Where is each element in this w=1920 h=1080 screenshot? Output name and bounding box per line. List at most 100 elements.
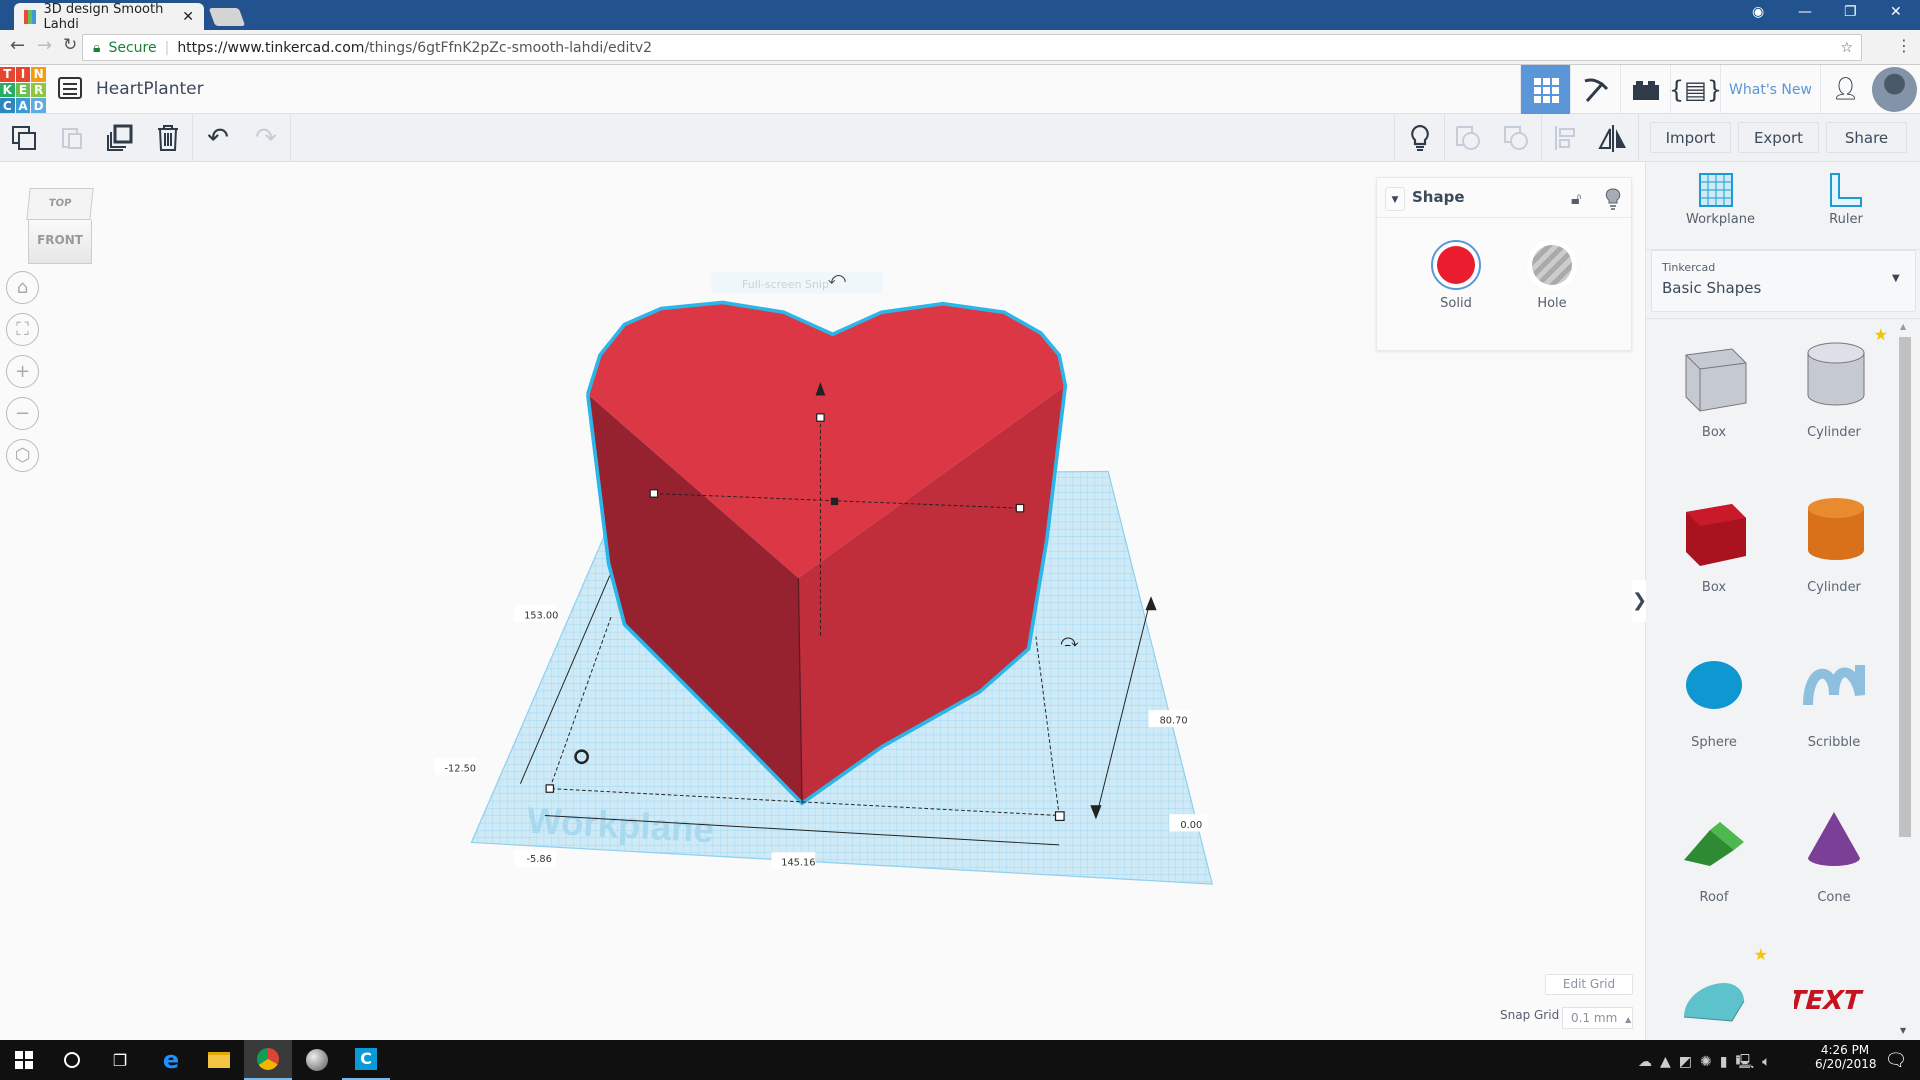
chrome-menu-icon[interactable]: ⋮ xyxy=(1896,36,1912,55)
home-view-button[interactable]: ⌂ xyxy=(6,271,39,304)
back-icon[interactable]: ← xyxy=(10,35,25,56)
new-tab-button[interactable] xyxy=(208,8,246,26)
paste-button[interactable] xyxy=(48,114,96,162)
file-explorer-app[interactable] xyxy=(195,1040,243,1080)
chrome-app[interactable] xyxy=(244,1040,292,1080)
bookmark-star-icon[interactable]: ☆ xyxy=(1840,40,1853,56)
codeblocks-button[interactable]: {▤} xyxy=(1669,65,1722,114)
shape-item-scribble[interactable]: Scribble xyxy=(1774,635,1894,750)
date: 6/20/2018 xyxy=(1815,1057,1877,1071)
ruler-icon xyxy=(1830,173,1862,207)
close-window-icon[interactable]: ✕ xyxy=(1890,4,1902,20)
minecraft-view-button[interactable] xyxy=(1570,65,1620,114)
task-view-button[interactable]: ❐ xyxy=(96,1040,144,1080)
unlock-icon[interactable]: 🔓︎ xyxy=(1571,189,1581,209)
3d-design-view-button[interactable] xyxy=(1520,65,1570,114)
action-center-button[interactable]: 🗨︎ xyxy=(1872,1040,1920,1080)
delete-button[interactable] xyxy=(144,114,192,162)
shape-label: Cone xyxy=(1817,890,1851,905)
shape-item-cylinder[interactable]: Cylinder xyxy=(1774,480,1894,595)
view-cube[interactable]: TOP FRONT xyxy=(26,188,94,266)
minus-icon: − xyxy=(14,403,31,424)
restore-icon[interactable]: ❐ xyxy=(1844,4,1857,20)
ungroup-button[interactable] xyxy=(1492,114,1540,162)
close-tab-icon[interactable]: ✕ xyxy=(182,9,194,25)
width-label[interactable]: 145.16 xyxy=(781,858,815,869)
design-title[interactable]: HeartPlanter xyxy=(96,79,204,99)
group-icon xyxy=(1456,126,1480,150)
depth-label[interactable]: 153.00 xyxy=(524,610,558,621)
edit-grid-button[interactable]: Edit Grid xyxy=(1545,974,1633,995)
collapse-panel-button[interactable]: ❯ xyxy=(1632,580,1648,622)
shape-item-cylinder[interactable]: Cylinder ★ xyxy=(1774,325,1894,440)
windows-taskbar: ❐ e C ☁▲◩✺▮🖳︎🔈︎ 4:26 PM 6/20/2018 🗨︎ xyxy=(0,1040,1920,1080)
import-button[interactable]: Import xyxy=(1650,122,1731,153)
chevron-right-icon: ❯ xyxy=(1632,590,1648,611)
shape-item-sphere[interactable]: Sphere xyxy=(1654,635,1774,750)
scroll-down-icon[interactable]: ▼ xyxy=(1900,1026,1906,1035)
collapse-inspector-button[interactable]: ▼ xyxy=(1385,187,1405,211)
align-button[interactable] xyxy=(1541,114,1589,162)
windows-icon xyxy=(15,1051,33,1069)
hole-button[interactable] xyxy=(1527,240,1577,290)
shape-library-dropdown[interactable]: Tinkercad Basic Shapes ▼ xyxy=(1651,250,1916,312)
lego-view-button[interactable] xyxy=(1620,65,1670,114)
3d-viewport[interactable]: Workplane Full-screen Snip ⤼ ⤺ 153.00 -1… xyxy=(0,0,1920,1080)
fit-view-button[interactable]: ⛶ xyxy=(6,313,39,346)
shape-item-box[interactable]: Box xyxy=(1654,480,1774,595)
tinkercad-favicon xyxy=(24,9,36,24)
edge-app[interactable]: e xyxy=(147,1040,195,1080)
sphere-icon xyxy=(1654,635,1774,735)
shape-item-cone[interactable]: Cone xyxy=(1774,790,1894,905)
system-tray[interactable]: ☁▲◩✺▮🖳︎🔈︎ xyxy=(1638,1051,1779,1075)
reload-icon[interactable]: ↻ xyxy=(63,35,77,55)
shape-item-box[interactable]: Box xyxy=(1654,325,1774,440)
scroll-up-icon[interactable]: ▲ xyxy=(1900,322,1906,331)
snap-grid-select[interactable]: 0.1 mm ▲ xyxy=(1562,1007,1633,1029)
taskbar-app[interactable] xyxy=(293,1040,341,1080)
zoom-in-button[interactable]: + xyxy=(6,355,39,388)
view-cube-top[interactable]: TOP xyxy=(26,188,94,220)
export-button[interactable]: Export xyxy=(1738,122,1819,153)
elevation-label[interactable]: 0.00 xyxy=(1180,820,1202,831)
profile-icon[interactable]: ◉ xyxy=(1752,4,1764,20)
group-button[interactable] xyxy=(1444,114,1492,162)
workplane-tool[interactable]: Workplane xyxy=(1686,172,1755,227)
start-button[interactable] xyxy=(0,1040,48,1080)
clock[interactable]: 4:26 PM 6/20/2018 xyxy=(1815,1043,1877,1071)
undo-button[interactable]: ↶ xyxy=(194,114,242,162)
task-view-icon: ❐ xyxy=(112,1050,128,1070)
url-input[interactable]: 🔒︎ Secure | https://www.tinkercad.com/th… xyxy=(82,34,1862,61)
share-button[interactable]: Share xyxy=(1826,122,1907,153)
design-menu-icon[interactable] xyxy=(58,77,82,99)
ruler-tool[interactable]: Ruler xyxy=(1816,172,1876,227)
minimize-icon[interactable]: — xyxy=(1798,4,1812,20)
user-avatar[interactable] xyxy=(1872,67,1917,112)
height-label[interactable]: 80.70 xyxy=(1160,716,1188,727)
view-cube-front[interactable]: FRONT xyxy=(28,220,92,264)
search-button[interactable] xyxy=(48,1040,96,1080)
shape-item-roof[interactable]: Roof xyxy=(1654,790,1774,905)
trash-icon xyxy=(158,125,178,151)
rotate-arrow-icon[interactable]: ⤼ xyxy=(1060,632,1078,652)
zoom-out-button[interactable]: − xyxy=(6,397,39,430)
mirror-button[interactable] xyxy=(1589,114,1637,162)
forward-icon[interactable]: → xyxy=(37,35,52,56)
duplicate-button[interactable] xyxy=(96,114,144,162)
scrollbar-thumb[interactable] xyxy=(1899,337,1911,837)
tinkercad-logo[interactable]: TIN KER CAD xyxy=(0,67,46,113)
fit-icon: ⛶ xyxy=(16,319,29,340)
y-offset-label[interactable]: -5.86 xyxy=(527,854,552,865)
taskbar-app[interactable]: C xyxy=(342,1040,390,1080)
notes-button[interactable] xyxy=(1396,114,1444,162)
x-offset-label[interactable]: -12.50 xyxy=(444,763,476,774)
redo-button[interactable]: ↷ xyxy=(242,114,290,162)
invite-user-button[interactable]: 👤︎ xyxy=(1820,65,1870,114)
solid-button[interactable] xyxy=(1431,240,1481,290)
copy-button[interactable] xyxy=(0,114,48,162)
perspective-button[interactable]: ⬡ xyxy=(6,439,39,472)
whats-new-link[interactable]: What's New xyxy=(1720,65,1820,114)
hide-lightbulb-icon[interactable] xyxy=(1605,188,1621,214)
browser-tab[interactable]: 3D design Smooth Lahdi ✕ xyxy=(14,2,204,32)
rotate-arrow-icon[interactable]: ⤺ xyxy=(828,269,846,289)
